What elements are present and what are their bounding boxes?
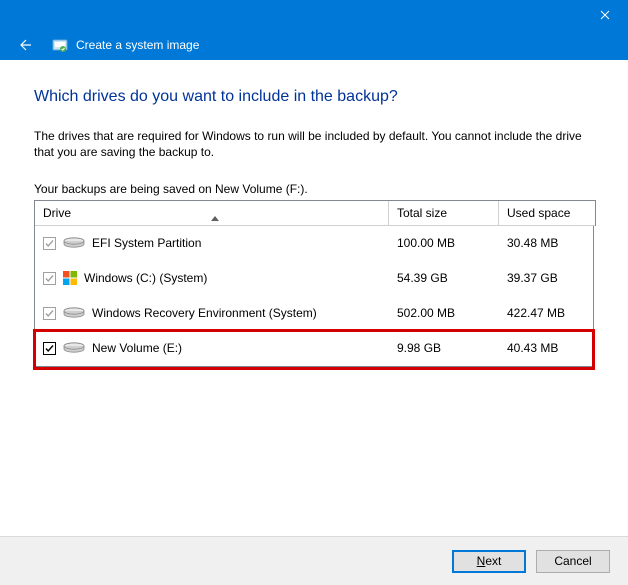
disk-icon — [62, 305, 86, 321]
drive-cell: Windows (C:) (System) — [35, 261, 389, 295]
footer: Next Cancel — [0, 536, 628, 585]
used-space-cell: 40.43 MB — [499, 331, 593, 365]
drive-checkbox — [43, 237, 56, 250]
content-area: Which drives do you want to include in t… — [0, 60, 628, 367]
total-size-cell: 502.00 MB — [389, 296, 499, 330]
system-image-icon — [52, 37, 68, 53]
drive-row: Windows Recovery Environment (System) 502… — [35, 296, 593, 331]
page-heading: Which drives do you want to include in t… — [34, 88, 594, 106]
saved-on-label: Your backups are being saved on New Volu… — [34, 182, 594, 196]
total-size-cell: 100.00 MB — [389, 226, 499, 260]
drive-checkbox — [43, 307, 56, 320]
col-header-total-size[interactable]: Total size — [389, 201, 499, 225]
disk-icon — [62, 235, 86, 251]
grid-body: EFI System Partition100.00 MB30.48 MBWin… — [34, 226, 594, 367]
drive-name: Windows Recovery Environment (System) — [92, 306, 317, 320]
total-size-cell: 54.39 GB — [389, 261, 499, 295]
grid-header-row: Drive Total size Used space — [35, 201, 595, 226]
window-title: Create a system image — [76, 38, 199, 52]
drive-row: EFI System Partition 100.00 MB30.48 MB — [35, 226, 593, 261]
back-button[interactable] — [14, 35, 34, 55]
close-icon — [600, 10, 610, 20]
close-button[interactable] — [582, 0, 628, 30]
drive-grid-header-container: Drive Total size Used space — [34, 200, 596, 226]
drive-row: Windows (C:) (System) 54.39 GB39.37 GB — [35, 261, 593, 296]
col-header-used-space[interactable]: Used space — [499, 201, 595, 225]
used-space-cell: 422.47 MB — [499, 296, 593, 330]
back-arrow-icon — [16, 37, 32, 53]
drive-name: EFI System Partition — [92, 236, 201, 250]
cancel-button[interactable]: Cancel — [536, 550, 610, 573]
drive-grid-wrap: Drive Total size Used space EFI System P… — [34, 200, 594, 367]
total-size-cell: 9.98 GB — [389, 331, 499, 365]
sort-indicator-icon — [211, 210, 219, 224]
titlebar — [0, 0, 628, 30]
drive-checkbox[interactable] — [43, 342, 56, 355]
drive-name: New Volume (E:) — [92, 341, 182, 355]
drive-name: Windows (C:) (System) — [84, 271, 207, 285]
drive-checkbox — [43, 272, 56, 285]
next-button[interactable]: Next — [452, 550, 526, 573]
drive-cell: New Volume (E:) — [35, 331, 389, 365]
drive-row: New Volume (E:) 9.98 GB40.43 MB — [35, 331, 593, 366]
used-space-cell: 39.37 GB — [499, 261, 593, 295]
used-space-cell: 30.48 MB — [499, 226, 593, 260]
drive-cell: Windows Recovery Environment (System) — [35, 296, 389, 330]
next-rest: ext — [485, 554, 501, 568]
windows-logo-icon — [62, 270, 78, 286]
disk-icon — [62, 340, 86, 356]
header-row: Create a system image — [0, 30, 628, 60]
page-description: The drives that are required for Windows… — [34, 128, 594, 160]
drive-cell: EFI System Partition — [35, 226, 389, 260]
